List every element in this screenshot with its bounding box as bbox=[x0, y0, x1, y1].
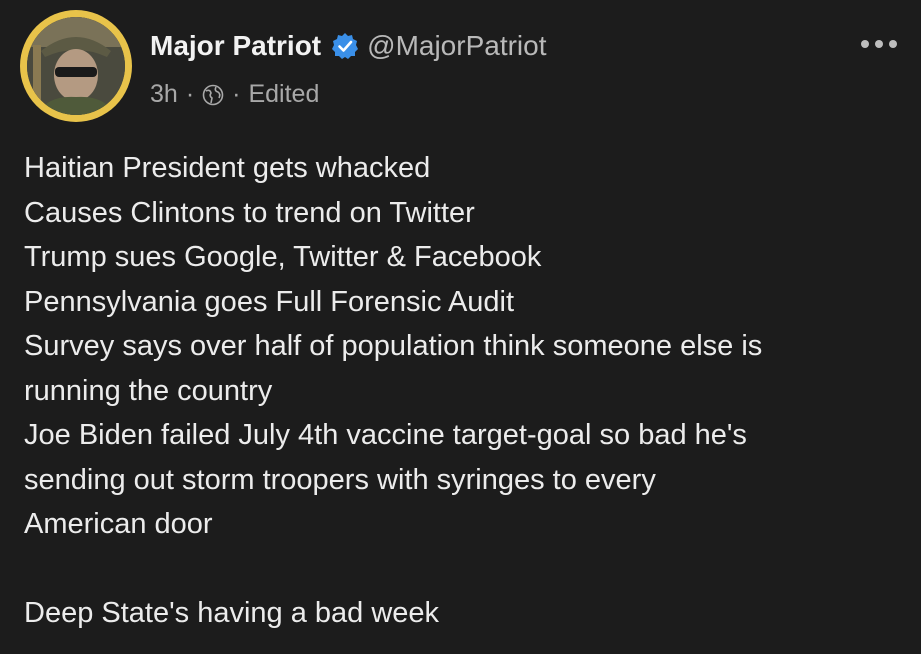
post-line: sending out storm troopers with syringes… bbox=[24, 463, 656, 496]
post-line: Joe Biden failed July 4th vaccine target… bbox=[24, 419, 747, 451]
post-line-blank bbox=[24, 547, 904, 592]
post-line: Survey says over half of population thin… bbox=[24, 330, 763, 362]
verified-badge-icon bbox=[331, 32, 359, 60]
avatar[interactable] bbox=[20, 10, 132, 122]
post-text: Haitian President gets whacked Causes Cl… bbox=[24, 146, 904, 636]
meta-separator: · bbox=[232, 80, 241, 108]
post-line: American door bbox=[24, 508, 213, 540]
author-handle[interactable]: @MajorPatriot bbox=[367, 30, 546, 62]
meta-separator: · bbox=[185, 80, 195, 108]
post-line: Causes Clintons to trend on Twitter bbox=[24, 196, 475, 229]
post-line: Deep State's having a bad week bbox=[24, 597, 440, 629]
more-options-icon[interactable] bbox=[861, 38, 897, 50]
edited-label[interactable]: Edited bbox=[248, 80, 319, 109]
post-line: Trump sues Google, Twitter & Facebook bbox=[24, 241, 542, 273]
post-card: Major Patriot @MajorPatriot 3h · · Edite… bbox=[0, 0, 921, 654]
post-line: running the country bbox=[24, 374, 273, 407]
post-line: Haitian President gets whacked bbox=[24, 152, 431, 184]
post-meta: 3h · · Edited bbox=[150, 80, 319, 109]
post-time[interactable]: 3h bbox=[150, 80, 178, 109]
avatar-image bbox=[27, 17, 125, 115]
globe-icon[interactable] bbox=[202, 84, 224, 106]
post-line: Pennsylvania goes Full Forensic Audit bbox=[24, 285, 515, 318]
author-row: Major Patriot @MajorPatriot bbox=[150, 30, 547, 62]
author-display-name[interactable]: Major Patriot bbox=[150, 30, 321, 62]
